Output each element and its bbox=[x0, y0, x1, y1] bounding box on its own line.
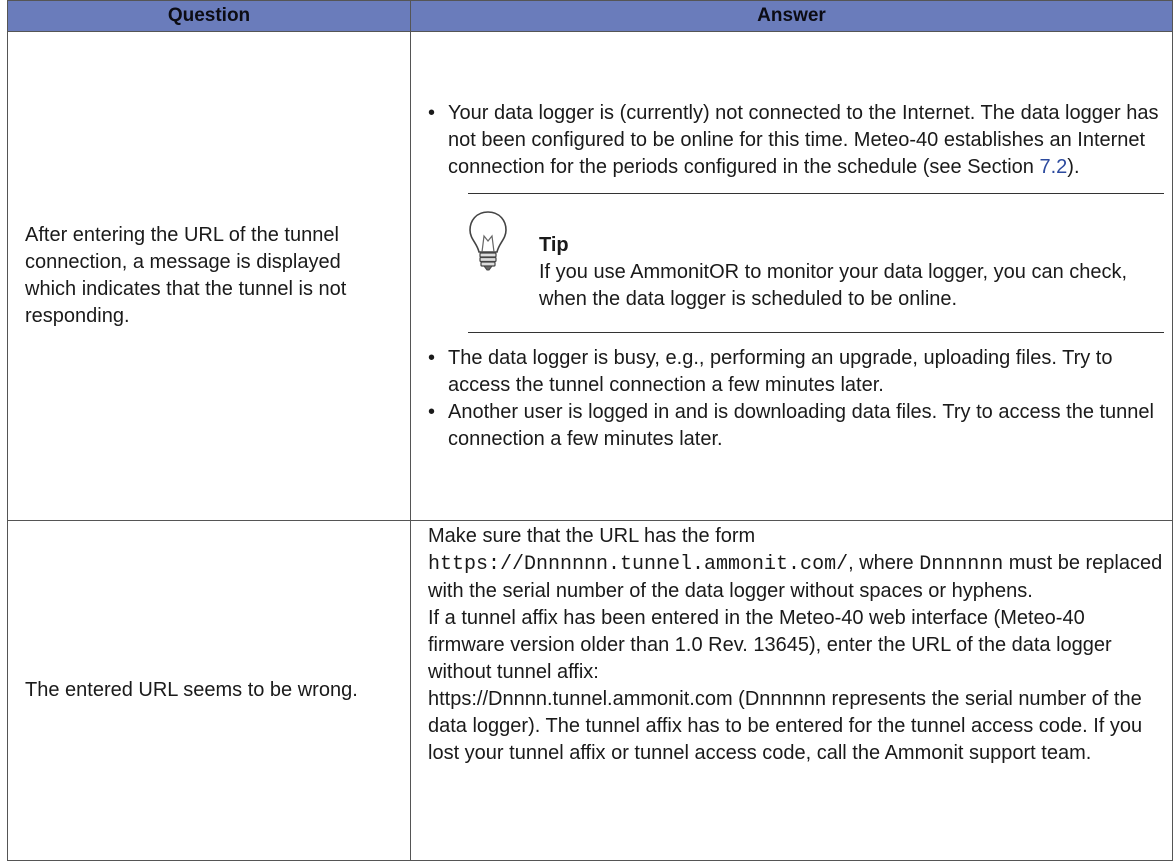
lightbulb-icon bbox=[468, 210, 508, 274]
answer-cell: Your data logger is (currently) not conn… bbox=[410, 31, 1173, 521]
list-item: Your data logger is (currently) not conn… bbox=[428, 100, 1164, 181]
table-row: The entered URL seems to be wrong. Make … bbox=[7, 520, 1173, 861]
tip-text: If you use AmmonitOR to monitor your dat… bbox=[539, 260, 1128, 310]
tip-body: Tip If you use AmmonitOR to monitor your… bbox=[539, 232, 1164, 313]
answer-paragraph: If a tunnel affix has been entered in th… bbox=[428, 607, 1112, 683]
answer-paragraph: https://Dnnnn.tunnel.ammonit.com (Dnnnnn… bbox=[428, 688, 1143, 764]
section-link[interactable]: 7.2 bbox=[1039, 156, 1067, 178]
question-cell: After entering the URL of the tunnel con… bbox=[7, 31, 411, 521]
answer-header: Answer bbox=[410, 0, 1173, 32]
answer-list: The data logger is busy, e.g., performin… bbox=[428, 345, 1164, 453]
bullet-text-end: ). bbox=[1067, 155, 1080, 178]
list-item: The data logger is busy, e.g., performin… bbox=[428, 345, 1164, 399]
question-text: After entering the URL of the tunnel con… bbox=[25, 224, 347, 327]
list-item: Another user is logged in and is downloa… bbox=[428, 399, 1164, 453]
table-row: After entering the URL of the tunnel con… bbox=[7, 31, 1173, 521]
header-row: Question Answer bbox=[7, 0, 1173, 32]
answer-cell: Make sure that the URL has the form http… bbox=[410, 520, 1173, 861]
url-form: https://Dnnnnnn.tunnel.ammonit.com/ bbox=[428, 553, 849, 576]
question-cell: The entered URL seems to be wrong. bbox=[7, 520, 411, 861]
question-text: The entered URL seems to be wrong. bbox=[25, 679, 358, 701]
faq-table: Question Answer After entering the URL o… bbox=[7, 0, 1173, 861]
tip-box: Tip If you use AmmonitOR to monitor your… bbox=[468, 192, 1164, 333]
serial-placeholder: Dnnnnnn bbox=[919, 553, 1004, 576]
answer-intro: Make sure that the URL has the form bbox=[428, 525, 756, 547]
answer-url-sentence: https://Dnnnnnn.tunnel.ammonit.com/, whe… bbox=[428, 550, 1164, 605]
answer-list: Your data logger is (currently) not conn… bbox=[428, 100, 1164, 181]
url-sentence-mid: , where bbox=[848, 552, 920, 574]
question-header: Question bbox=[7, 0, 411, 32]
tip-title: Tip bbox=[539, 233, 569, 256]
